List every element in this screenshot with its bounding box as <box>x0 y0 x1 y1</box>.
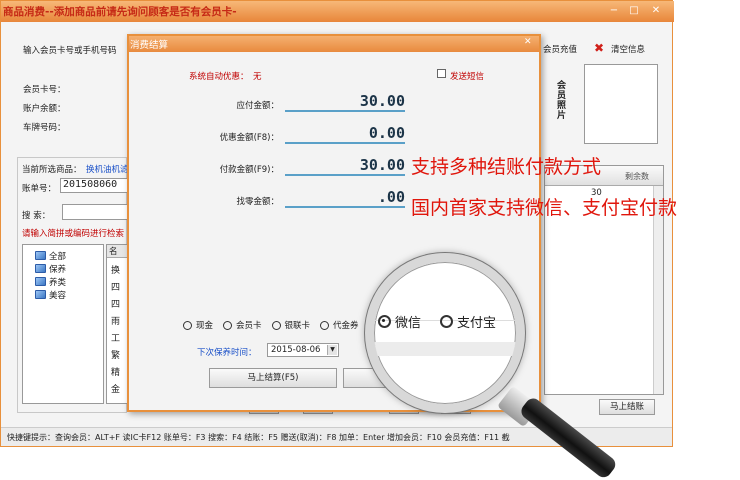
maximize-button[interactable]: □ <box>625 4 643 17</box>
settle-button[interactable]: 马上结算(F5) <box>209 368 337 388</box>
search-hint: 请输入简拼或编码进行检索 <box>22 229 125 239</box>
chevron-down-icon[interactable]: ▼ <box>327 345 337 355</box>
send-sms-label: 发送短信 <box>450 72 485 82</box>
card-no-label: 会员卡号： <box>23 85 66 95</box>
lens-bar <box>374 342 516 356</box>
payment-method-group: 现金 会员卡 银联卡 代金券 <box>183 319 359 331</box>
folder-icon <box>35 264 46 273</box>
radio-icon <box>223 320 233 330</box>
search-label: 搜 索： <box>22 211 51 221</box>
member-lookup-label: 输入会员卡号或手机号码 <box>23 46 117 56</box>
magnifier-lens: 微信 支付宝 <box>365 253 525 413</box>
clear-x-icon: ✖ <box>594 41 605 55</box>
send-sms-checkbox[interactable] <box>437 69 446 78</box>
shortcut-text: 快捷键提示：查询会员：ALT+F 读IC卡F12 账单号：F3 搜索：F4 结账… <box>7 433 510 442</box>
member-photo-label: 会员照片 <box>557 81 567 121</box>
list-item[interactable]: 雨 <box>111 314 123 331</box>
main-titlebar: 商品消费--添加商品前请先询问顾客是否有会员卡- − □ ✕ <box>1 1 674 22</box>
payable-label: 应付金额： <box>236 101 279 111</box>
clear-info-button[interactable]: 清空信息 <box>611 43 645 55</box>
settle-now-button[interactable]: 马上结账 <box>599 399 655 415</box>
list-item[interactable]: 换 <box>111 263 123 280</box>
order-no-label: 账单号： <box>22 184 57 194</box>
pay-unionpay-radio[interactable]: 银联卡 <box>271 319 310 331</box>
discount-label: 优惠金额(F8)： <box>219 133 279 143</box>
product-column-header: 名 <box>107 245 127 258</box>
folder-icon <box>35 290 46 299</box>
change-label: 找零金额： <box>236 197 279 207</box>
promo-line-1: 支持多种结账付款方式 <box>411 156 602 178</box>
folder-icon <box>35 251 46 260</box>
list-item[interactable]: 金 <box>111 382 123 399</box>
payable-amount: 30.00 <box>285 92 405 112</box>
radio-icon <box>271 320 281 330</box>
date-value: 2015-08-06 <box>271 345 321 355</box>
member-photo-box <box>584 64 658 144</box>
window-title: 商品消费--添加商品前请先询问顾客是否有会员卡- <box>3 6 237 18</box>
member-recharge-link[interactable]: 会员充值 <box>543 43 577 55</box>
tree-item-beauty[interactable]: 美容 <box>35 288 66 301</box>
folder-icon <box>35 277 46 286</box>
search-input[interactable] <box>62 204 128 220</box>
auto-discount-label: 系统自动优惠： <box>189 72 249 82</box>
category-tree: 全部 保养 养类 美容 <box>22 244 104 404</box>
close-button[interactable]: ✕ <box>647 4 665 17</box>
next-service-date[interactable]: 2015-08-06 ▼ <box>267 343 339 357</box>
pay-alipay-radio[interactable]: 支付宝 <box>440 312 496 331</box>
pay-wechat-radio[interactable]: 微信 <box>378 312 421 331</box>
list-item[interactable]: 工 <box>111 331 123 348</box>
radio-icon <box>440 315 453 328</box>
balance-label: 账户余额： <box>23 104 66 114</box>
discount-amount[interactable]: 0.00 <box>285 124 405 144</box>
order-no-field[interactable]: 201508060 <box>60 178 128 193</box>
current-product-value: 换机油机滤 <box>86 165 129 175</box>
pay-card-radio[interactable]: 会员卡 <box>223 319 262 331</box>
product-list: 名 换 四 四 雨 工 繁 精 金 <box>106 244 128 404</box>
promo-line-2: 国内首家支持微信、支付宝付款 <box>411 197 678 219</box>
dialog-title: 消费结算 <box>130 40 169 51</box>
dialog-titlebar: 消费结算 ✕ <box>129 36 539 52</box>
list-item[interactable]: 四 <box>111 297 123 314</box>
dialog-close-button[interactable]: ✕ <box>524 37 532 47</box>
minimize-button[interactable]: − <box>605 4 623 17</box>
next-service-label: 下次保养时间： <box>197 348 257 358</box>
tree-item-maintenance[interactable]: 保养 <box>35 262 66 275</box>
tree-item-care[interactable]: 养类 <box>35 275 66 288</box>
paid-label: 付款金额(F9)： <box>219 165 279 175</box>
list-item[interactable]: 繁 <box>111 348 123 365</box>
paid-amount[interactable]: 30.00 <box>285 156 405 176</box>
change-amount: .00 <box>285 188 405 208</box>
list-item[interactable]: 四 <box>111 280 123 297</box>
radio-icon <box>378 315 391 328</box>
list-item[interactable]: 精 <box>111 365 123 382</box>
remaining-header: 剩余数 <box>625 172 649 181</box>
product-panel: 当前所选商品： 换机油机滤 账单号： 201508060 搜 索： 请输入简拼或… <box>17 157 129 413</box>
tree-item-all[interactable]: 全部 <box>35 249 66 262</box>
current-product-label: 当前所选商品： <box>22 165 82 175</box>
auto-discount-value: 无 <box>253 72 262 82</box>
pay-cash-radio[interactable]: 现金 <box>183 319 213 331</box>
radio-icon <box>320 320 330 330</box>
radio-icon <box>183 320 192 330</box>
pay-voucher-radio[interactable]: 代金券 <box>320 319 359 331</box>
product-items: 换 四 四 雨 工 繁 精 金 <box>111 263 123 399</box>
plate-label: 车牌号码： <box>23 123 66 133</box>
